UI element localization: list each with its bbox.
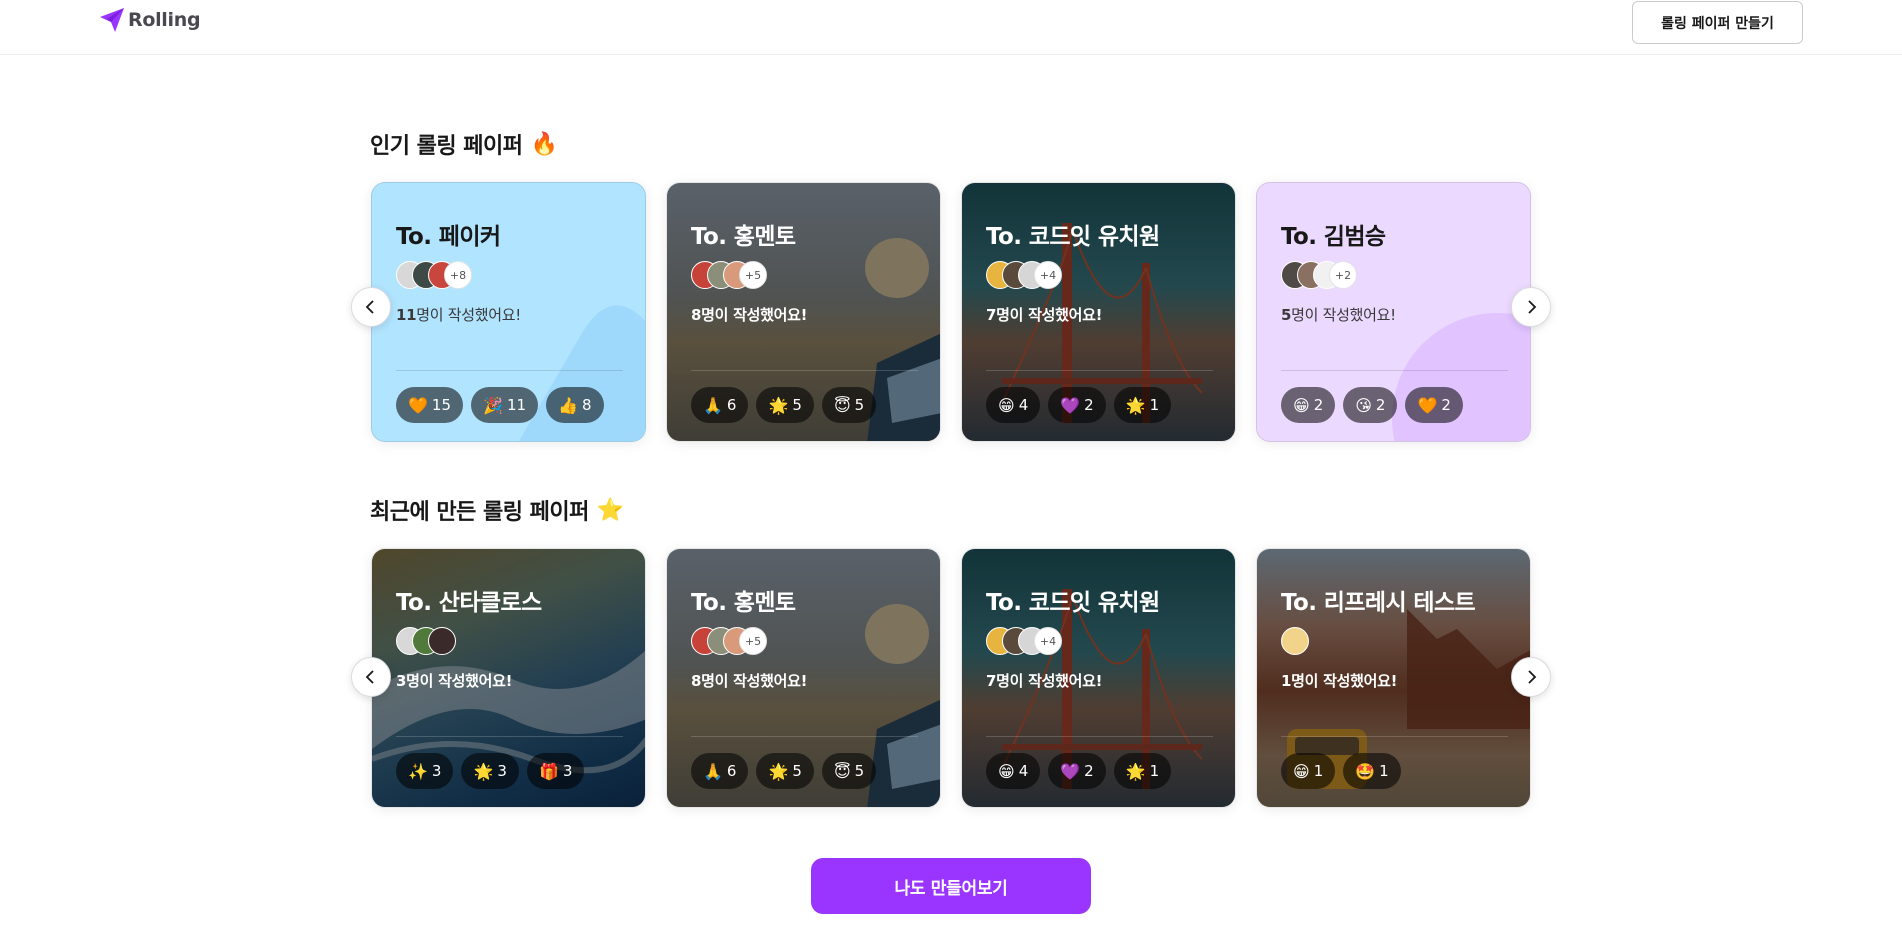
reaction-badge: 🎁 3 bbox=[526, 753, 585, 789]
avatar-group: +5 bbox=[691, 261, 767, 289]
reaction-badge: 😘 2 bbox=[1343, 387, 1398, 423]
reaction-badge: 🌟 5 bbox=[756, 753, 814, 789]
popular-card-2[interactable]: To. 홍멘토 +5 8명이 작성했어요! 🙏 6 🌟 5 😇 5 bbox=[666, 182, 941, 442]
recent-card-2[interactable]: To. 홍멘토 +5 8명이 작성했어요! 🙏 6 🌟 5 😇 5 bbox=[666, 548, 941, 808]
recent-title-text: 최근에 만든 롤링 페이퍼 bbox=[370, 500, 589, 525]
writer-count-text: 5명이 작성했어요! bbox=[1281, 306, 1396, 324]
avatar-more-count: +5 bbox=[739, 261, 767, 289]
reaction-badge: 🌟 1 bbox=[1113, 753, 1172, 789]
reaction-list: 🙏 6 🌟 5 😇 5 bbox=[691, 387, 877, 423]
reaction-badge: 😁 1 bbox=[1281, 753, 1336, 789]
reaction-badge: 💜 2 bbox=[1048, 387, 1106, 423]
chevron-right-icon bbox=[1528, 670, 1537, 684]
reaction-list: 😁 4 💜 2 🌟 1 bbox=[986, 387, 1172, 423]
avatar-group: +5 bbox=[691, 627, 767, 655]
reaction-badge: 🙏 6 bbox=[691, 387, 749, 423]
reaction-badge: 🙏 6 bbox=[691, 753, 749, 789]
divider bbox=[986, 370, 1213, 371]
avatar-group: +2 bbox=[1281, 261, 1357, 289]
make-mine-button[interactable]: 나도 만들어보기 bbox=[811, 858, 1091, 914]
writer-count-text: 8명이 작성했어요! bbox=[691, 672, 808, 690]
logo-plane-icon bbox=[100, 8, 124, 32]
reaction-list: 🧡 15 🎉 11 👍 8 bbox=[396, 387, 604, 423]
create-rolling-paper-button[interactable]: 롤링 페이퍼 만들기 bbox=[1632, 1, 1803, 44]
popular-card-1[interactable]: To. 페이커 +8 11명이 작성했어요! 🧡 15 🎉 11 👍 8 bbox=[371, 182, 646, 442]
chevron-right-icon bbox=[1528, 300, 1537, 314]
card-recipient: To. 홍멘토 bbox=[691, 590, 796, 616]
avatar-group bbox=[1281, 627, 1309, 655]
top-header: Rolling 롤링 페이퍼 만들기 bbox=[0, 0, 1902, 55]
avatar bbox=[1281, 627, 1309, 655]
reaction-badge: 🧡 15 bbox=[396, 387, 464, 423]
card-recipient: To. 페이커 bbox=[396, 224, 501, 250]
divider bbox=[1281, 370, 1508, 371]
recent-card-1[interactable]: To. 산타클로스 3명이 작성했어요! ✨ 3 🌟 3 🎁 3 bbox=[371, 548, 646, 808]
popular-title-text: 인기 롤링 페이퍼 bbox=[370, 134, 523, 159]
divider bbox=[691, 370, 918, 371]
writer-count-text: 1명이 작성했어요! bbox=[1281, 672, 1398, 690]
reaction-list: 😁 4 💜 2 🌟 1 bbox=[986, 753, 1172, 789]
avatar-group: +8 bbox=[396, 261, 472, 289]
reaction-badge: 😁 2 bbox=[1281, 387, 1336, 423]
chevron-left-icon bbox=[365, 670, 374, 684]
card-recipient: To. 홍멘토 bbox=[691, 224, 796, 250]
reaction-badge: 😁 4 bbox=[986, 387, 1041, 423]
divider bbox=[1281, 736, 1508, 737]
recent-card-3[interactable]: To. 코드잇 유치원 +4 7명이 작성했어요! 😁 4 💜 2 🌟 1 bbox=[961, 548, 1236, 808]
reaction-badge: 🌟 1 bbox=[1113, 387, 1172, 423]
reaction-badge: 💜 2 bbox=[1048, 753, 1106, 789]
reaction-badge: 🧡 2 bbox=[1405, 387, 1463, 423]
writer-count-text: 3명이 작성했어요! bbox=[396, 672, 513, 690]
divider bbox=[986, 736, 1213, 737]
writer-count-text: 7명이 작성했어요! bbox=[986, 306, 1103, 324]
avatar-more-count: +2 bbox=[1329, 261, 1357, 289]
popular-card-3[interactable]: To. 코드잇 유치원 +4 7명이 작성했어요! 😁 4 💜 2 🌟 1 bbox=[961, 182, 1236, 442]
reaction-badge: ✨ 3 bbox=[396, 753, 454, 789]
avatar-more-count: +5 bbox=[739, 627, 767, 655]
reaction-badge: 🌟 5 bbox=[756, 387, 814, 423]
avatar-more-count: +8 bbox=[444, 261, 472, 289]
star-icon: ⭐ bbox=[596, 497, 624, 523]
reaction-list: 😁 2 😘 2 🧡 2 bbox=[1281, 387, 1463, 423]
popular-next-button[interactable] bbox=[1511, 287, 1551, 327]
reaction-badge: 😇 5 bbox=[821, 387, 877, 423]
reaction-list: ✨ 3 🌟 3 🎁 3 bbox=[396, 753, 585, 789]
recent-section-title: 최근에 만든 롤링 페이퍼 ⭐ bbox=[370, 494, 624, 526]
chevron-left-icon bbox=[365, 300, 374, 314]
reaction-badge: 👍 8 bbox=[546, 387, 604, 423]
avatar-group: +4 bbox=[986, 261, 1062, 289]
avatar-more-count: +4 bbox=[1034, 627, 1062, 655]
card-recipient: To. 코드잇 유치원 bbox=[986, 590, 1160, 616]
card-recipient: To. 산타클로스 bbox=[396, 590, 542, 616]
recent-card-4[interactable]: To. 리프레시 테스트 1명이 작성했어요! 😁 1 🤩 1 bbox=[1256, 548, 1531, 808]
avatar-more-count: +4 bbox=[1034, 261, 1062, 289]
card-recipient: To. 리프레시 테스트 bbox=[1281, 590, 1476, 616]
divider bbox=[396, 736, 623, 737]
popular-prev-button[interactable] bbox=[351, 287, 391, 327]
logo-text: Rolling bbox=[128, 9, 201, 31]
reaction-badge: 😁 4 bbox=[986, 753, 1041, 789]
divider bbox=[396, 370, 623, 371]
recent-prev-button[interactable] bbox=[351, 657, 391, 697]
reaction-list: 🙏 6 🌟 5 😇 5 bbox=[691, 753, 877, 789]
reaction-badge: 🤩 1 bbox=[1343, 753, 1401, 789]
reaction-list: 😁 1 🤩 1 bbox=[1281, 753, 1401, 789]
reaction-badge: 😇 5 bbox=[821, 753, 877, 789]
avatar-group: +4 bbox=[986, 627, 1062, 655]
card-recipient: To. 김범승 bbox=[1281, 224, 1386, 250]
recent-next-button[interactable] bbox=[1511, 657, 1551, 697]
reaction-badge: 🌟 3 bbox=[461, 753, 519, 789]
writer-count-text: 7명이 작성했어요! bbox=[986, 672, 1103, 690]
popular-section-title: 인기 롤링 페이퍼 🔥 bbox=[370, 128, 558, 160]
popular-card-4[interactable]: To. 김범승 +2 5명이 작성했어요! 😁 2 😘 2 🧡 2 bbox=[1256, 182, 1531, 442]
fire-icon: 🔥 bbox=[530, 131, 558, 157]
divider bbox=[691, 736, 918, 737]
card-recipient: To. 코드잇 유치원 bbox=[986, 224, 1160, 250]
logo[interactable]: Rolling bbox=[98, 6, 201, 34]
writer-count-text: 11명이 작성했어요! bbox=[396, 306, 521, 324]
avatar-group bbox=[396, 627, 456, 655]
writer-count-text: 8명이 작성했어요! bbox=[691, 306, 808, 324]
reaction-badge: 🎉 11 bbox=[471, 387, 539, 423]
avatar bbox=[428, 627, 456, 655]
